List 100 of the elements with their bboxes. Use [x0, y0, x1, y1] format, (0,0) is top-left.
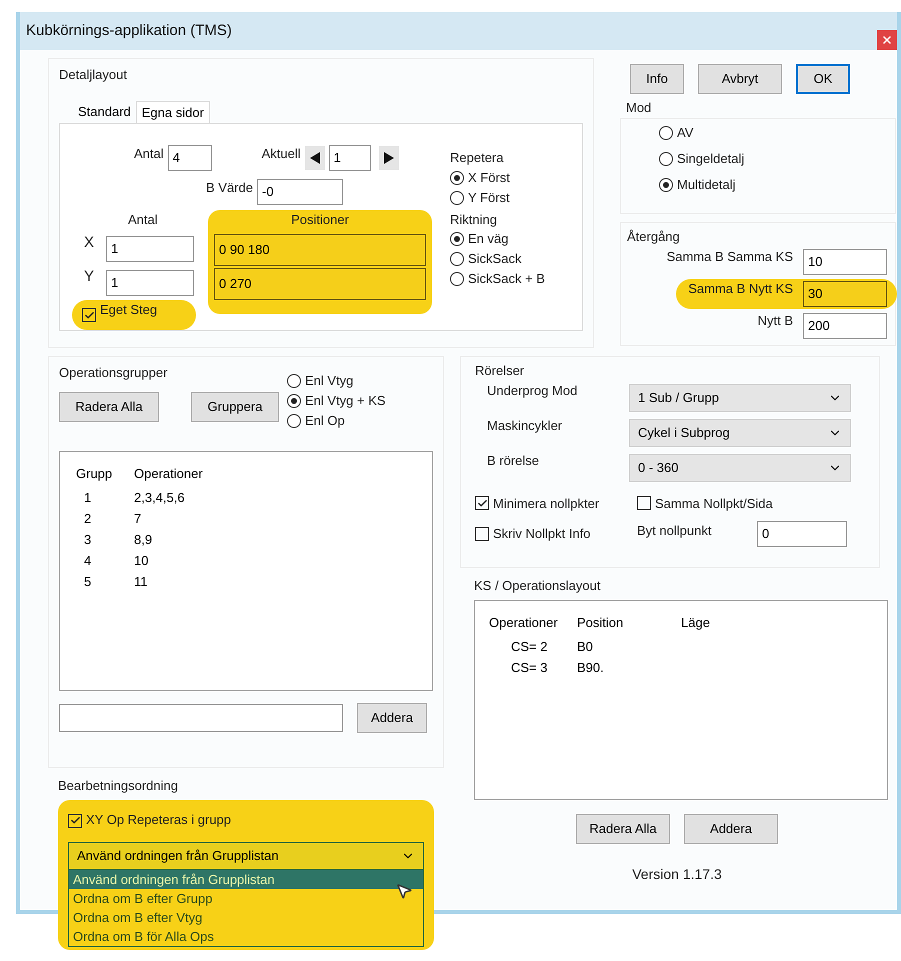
radio-button[interactable] — [450, 252, 464, 266]
input-field[interactable]: -0 — [256, 179, 343, 205]
table-cell-text: 2 — [83, 510, 92, 528]
next-button[interactable] — [378, 146, 399, 170]
table-cell-text: 1 — [83, 488, 92, 506]
field-label: Byt nollpunkt — [637, 522, 712, 540]
group-title: Operationsgrupper — [59, 364, 168, 382]
field-label: Y — [84, 267, 96, 287]
radio-label: SickSack — [468, 250, 522, 268]
radio-button[interactable] — [659, 178, 673, 192]
field-label: B rörelse — [486, 452, 540, 470]
group-title: Repetera — [450, 149, 504, 167]
group-title: Detaljlayout — [59, 67, 127, 82]
input-field[interactable]: 200 — [803, 313, 887, 339]
radio-button[interactable] — [450, 232, 464, 246]
field-label: Samma B Samma KS — [666, 248, 793, 266]
column-header: Position — [577, 614, 624, 632]
radio-label: AV — [677, 124, 694, 142]
table-cell-text: 8,9 — [134, 530, 152, 548]
checkbox[interactable] — [82, 308, 96, 322]
column-header: Grupp — [75, 464, 114, 483]
radio-label: Singeldetalj — [677, 150, 744, 168]
window-title: Kubkörnings-applikation (TMS) — [26, 20, 232, 41]
radio-button[interactable] — [450, 190, 464, 204]
radio-button[interactable] — [659, 126, 673, 140]
column-header: Operationer — [134, 464, 203, 483]
group-title: Mod — [625, 99, 652, 117]
button[interactable]: OK — [796, 64, 850, 94]
table-cell-text: 11 — [134, 572, 148, 590]
group-title: Riktning — [450, 210, 497, 229]
table-cell-text: 7 — [134, 510, 142, 528]
radio-button[interactable] — [287, 374, 301, 388]
column-header: Operationer — [488, 614, 559, 632]
tab[interactable]: Standard — [73, 101, 136, 123]
field-label: X — [84, 233, 96, 253]
dropdown-select[interactable]: 0 - 360 — [629, 454, 851, 482]
field-label: Nytt B — [758, 312, 793, 330]
table-cell-text: 10 — [134, 552, 148, 570]
button[interactable]: Avbryt — [698, 64, 782, 94]
button[interactable]: Gruppera — [191, 392, 279, 422]
close-button[interactable] — [877, 30, 897, 50]
dropdown-option[interactable]: Ordna om B för Alla Ops — [69, 926, 423, 946]
dropdown-select[interactable]: Använd ordningen från Grupplistan — [68, 842, 424, 870]
radio-button[interactable] — [659, 152, 673, 166]
input-field[interactable]: 4 — [168, 145, 212, 171]
checkbox-label: Skriv Nollpkt Info — [493, 525, 591, 544]
input-field[interactable]: 10 — [803, 249, 887, 275]
column-header: Läge — [681, 614, 711, 632]
left-triangle-icon — [310, 152, 320, 164]
checkbox[interactable] — [68, 814, 82, 828]
radio-button[interactable] — [450, 272, 464, 286]
column-header: Antal — [128, 211, 158, 229]
checkbox[interactable] — [475, 496, 489, 510]
field-label: Samma B Nytt KS — [688, 280, 793, 298]
checkbox-label: Minimera nollpkter — [493, 494, 600, 513]
input-field[interactable]: 0 90 180 — [214, 234, 426, 266]
input-field[interactable]: 1 — [106, 270, 194, 296]
button[interactable]: Info — [630, 64, 684, 94]
radio-button[interactable] — [287, 414, 301, 428]
table-cell-text: B0 — [577, 638, 593, 656]
radio-label: Enl Vtyg — [305, 372, 354, 390]
button[interactable]: Radera Alla — [59, 392, 159, 422]
column-header: Positioner — [291, 211, 349, 229]
button[interactable]: Radera Alla — [576, 814, 670, 844]
table-cell-text: 5 — [83, 572, 92, 590]
tab[interactable]: Egna sidor — [136, 101, 210, 123]
dropdown-select[interactable]: Cykel i Subprog — [629, 419, 851, 447]
checkbox[interactable] — [637, 496, 651, 510]
input-field[interactable]: 1 — [106, 236, 194, 262]
radio-label: SickSack + B — [468, 270, 545, 288]
radio-button[interactable] — [287, 394, 301, 408]
radio-button[interactable] — [450, 170, 464, 184]
checkbox[interactable] — [475, 527, 489, 541]
checkbox-label: Samma Nollpkt/Sida — [655, 494, 773, 513]
checkbox-label: Eget Steg — [100, 301, 158, 319]
field-label: B Värde — [206, 179, 253, 197]
previous-button[interactable] — [304, 146, 325, 170]
table-cell-text: CS= 2 — [510, 638, 548, 656]
table-cell-text: CS= 3 — [510, 658, 548, 676]
dropdown-option[interactable]: Ordna om B efter Grupp — [69, 888, 423, 908]
group-title: Återgång — [627, 228, 680, 246]
table-cell-text: 4 — [83, 552, 92, 570]
check-icon — [476, 498, 488, 509]
field-label: Maskincykler — [486, 416, 564, 435]
checkbox-label: XY Op Repeteras i grupp — [86, 810, 232, 829]
check-icon — [70, 815, 80, 826]
field-label: Aktuell — [262, 145, 301, 163]
radio-label: X Först — [468, 168, 510, 186]
input-field[interactable]: 0 — [757, 521, 847, 547]
input-field[interactable] — [59, 704, 343, 732]
dropdown-select[interactable]: 1 Sub / Grupp — [629, 384, 851, 412]
input-field[interactable]: 0 270 — [214, 268, 426, 300]
input-field[interactable]: 30 — [803, 281, 887, 307]
version-text: Version 1.17.3 — [632, 864, 722, 884]
button[interactable]: Addera — [684, 814, 778, 844]
input-field[interactable]: 1 — [328, 145, 371, 171]
dropdown-option[interactable]: Använd ordningen från Grupplistan — [69, 870, 423, 888]
dropdown-option[interactable]: Ordna om B efter Vtyg — [69, 908, 423, 926]
table-cell-text: 3 — [83, 530, 92, 548]
button[interactable]: Addera — [357, 702, 427, 732]
